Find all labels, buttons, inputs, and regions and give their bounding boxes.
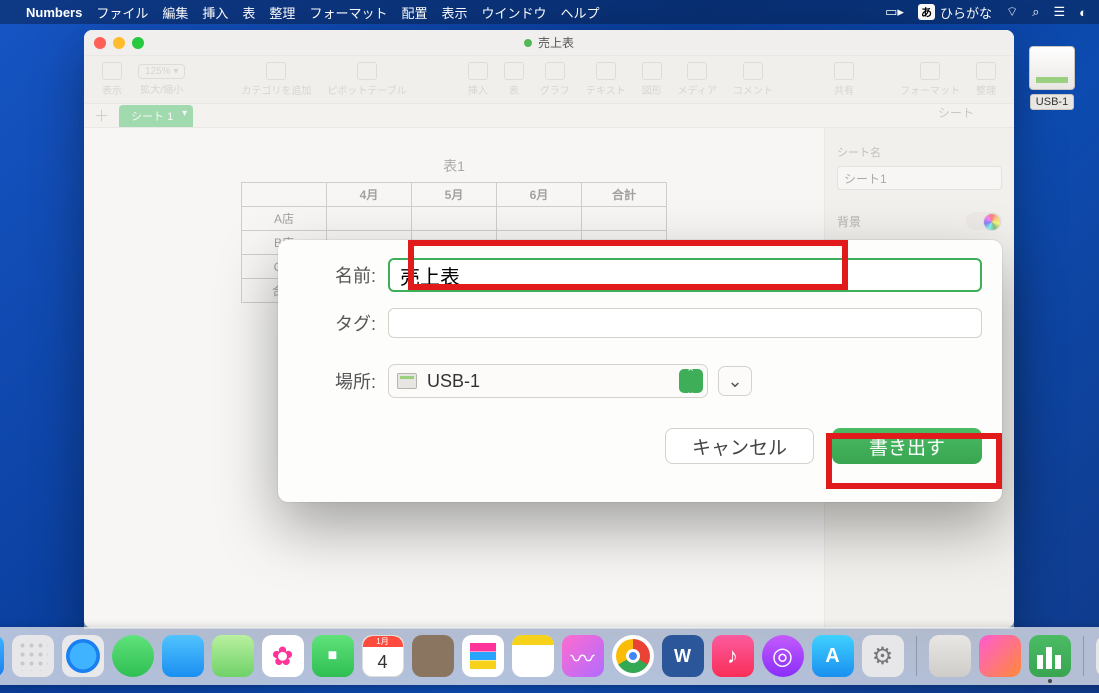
- dock-facetime[interactable]: [312, 635, 354, 677]
- name-label: 名前:: [298, 262, 388, 288]
- drive-label: USB-1: [1030, 94, 1074, 110]
- dock: [0, 627, 1099, 685]
- menu-arrange[interactable]: 配置: [401, 3, 427, 22]
- app-menu[interactable]: Numbers: [26, 5, 82, 20]
- dock-trash[interactable]: [1096, 635, 1099, 677]
- battery-icon[interactable]: ▭▸: [885, 4, 904, 20]
- spotlight-icon[interactable]: ⌕: [1032, 4, 1039, 20]
- wifi-icon[interactable]: ⌔: [1006, 4, 1018, 20]
- filename-input[interactable]: [388, 258, 982, 292]
- siri-icon[interactable]: ◐: [1079, 5, 1087, 20]
- ime-badge: あ: [918, 4, 935, 20]
- menu-window[interactable]: ウインドウ: [481, 3, 546, 22]
- dock-separator: [1083, 636, 1084, 676]
- dock-settings[interactable]: [862, 635, 904, 677]
- location-label: 場所:: [298, 368, 388, 394]
- dock-finder[interactable]: [0, 635, 4, 677]
- dock-calendar[interactable]: [362, 635, 404, 677]
- cancel-button[interactable]: キャンセル: [665, 428, 814, 464]
- menubar: Numbers ファイル 編集 挿入 表 整理 フォーマット 配置 表示 ウイン…: [0, 0, 1099, 24]
- dock-notes[interactable]: [512, 635, 554, 677]
- dock-photos[interactable]: [262, 635, 304, 677]
- minimize-window-button[interactable]: [113, 37, 125, 49]
- expand-dialog-button[interactable]: ⌄: [718, 366, 752, 396]
- close-window-button[interactable]: [94, 37, 106, 49]
- dock-safari[interactable]: [62, 635, 104, 677]
- drive-icon: [1029, 46, 1075, 90]
- dock-launchpad[interactable]: [12, 635, 54, 677]
- dock-podcasts[interactable]: [762, 635, 804, 677]
- location-value: USB-1: [427, 371, 480, 392]
- dock-chrome[interactable]: [612, 635, 654, 677]
- dock-freeform[interactable]: [562, 635, 604, 677]
- ime-menu[interactable]: あ ひらがな: [918, 3, 992, 22]
- location-select[interactable]: USB-1: [388, 364, 708, 398]
- dock-mail[interactable]: [162, 635, 204, 677]
- desktop-drive[interactable]: USB-1: [1025, 46, 1079, 110]
- dock-separator: [916, 636, 917, 676]
- dock-contacts[interactable]: [412, 635, 454, 677]
- dock-reminders[interactable]: [462, 635, 504, 677]
- menu-edit[interactable]: 編集: [162, 3, 188, 22]
- window-title: 売上表: [538, 34, 574, 51]
- tags-label: タグ:: [298, 310, 388, 336]
- drive-icon: [397, 373, 417, 389]
- menu-view[interactable]: 表示: [441, 3, 467, 22]
- dock-maps[interactable]: [212, 635, 254, 677]
- ime-label: ひらがな: [940, 3, 992, 22]
- menu-format[interactable]: フォーマット: [309, 3, 387, 22]
- menu-organize[interactable]: 整理: [269, 3, 295, 22]
- dock-shortcuts[interactable]: [979, 635, 1021, 677]
- control-center-icon[interactable]: ☰: [1053, 4, 1065, 20]
- dock-drive[interactable]: [929, 635, 971, 677]
- titlebar: 売上表: [84, 30, 1014, 56]
- tags-input[interactable]: [388, 308, 982, 338]
- menu-insert[interactable]: 挿入: [202, 3, 228, 22]
- menu-help[interactable]: ヘルプ: [561, 3, 600, 22]
- zoom-window-button[interactable]: [132, 37, 144, 49]
- export-button[interactable]: 書き出す: [832, 428, 982, 464]
- dock-word[interactable]: [662, 635, 704, 677]
- dock-appstore[interactable]: [812, 635, 854, 677]
- dock-numbers[interactable]: [1029, 635, 1071, 677]
- location-stepper[interactable]: [679, 369, 703, 393]
- dock-music[interactable]: [712, 635, 754, 677]
- dock-messages[interactable]: [112, 635, 154, 677]
- menu-table[interactable]: 表: [242, 3, 255, 22]
- menu-file[interactable]: ファイル: [96, 3, 148, 22]
- save-dialog: 名前: タグ: 場所: USB-1 ⌄ キャンセル 書き出す: [278, 240, 1002, 502]
